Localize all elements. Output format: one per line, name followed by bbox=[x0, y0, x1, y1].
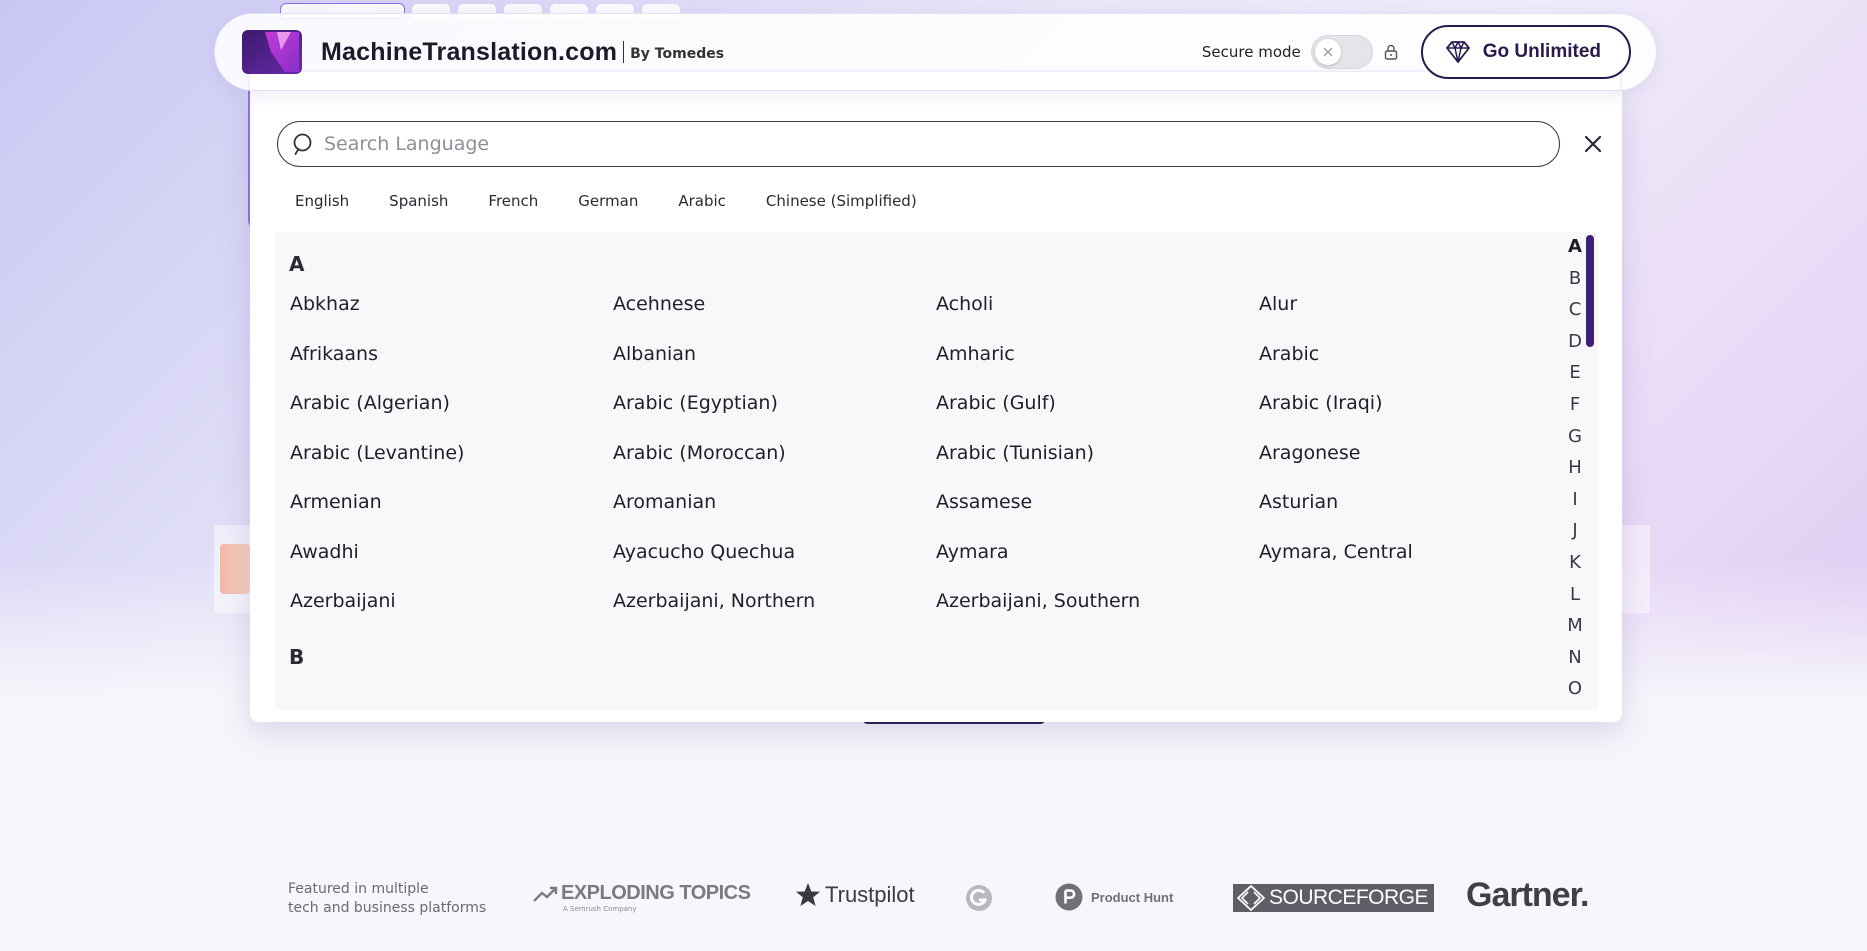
alphabet-index-letter[interactable]: J bbox=[1563, 520, 1587, 541]
alphabet-index-letter[interactable]: K bbox=[1563, 552, 1587, 573]
quick-language-item[interactable]: Spanish bbox=[371, 186, 470, 216]
product-hunt-logo[interactable]: Product Hunt bbox=[1055, 883, 1173, 911]
close-icon bbox=[1323, 47, 1333, 57]
go-unlimited-button[interactable]: Go Unlimited bbox=[1420, 25, 1631, 79]
language-option[interactable]: Aragonese bbox=[1259, 442, 1360, 464]
trustpilot-text: Trustpilot bbox=[825, 882, 915, 907]
language-search-input[interactable] bbox=[324, 133, 1524, 155]
section-header-a: A bbox=[289, 252, 305, 276]
g2-icon bbox=[966, 885, 992, 911]
section-header-b: B bbox=[289, 645, 305, 669]
alphabet-index-letter[interactable]: M bbox=[1563, 615, 1587, 636]
gartner-text: Gartner. bbox=[1466, 876, 1589, 914]
sourceforge-icon bbox=[1237, 885, 1265, 911]
go-unlimited-label: Go Unlimited bbox=[1482, 41, 1601, 62]
language-list: A B Abkhaz Acehnese Acholi Alur Afrikaans Alb… bbox=[275, 232, 1598, 710]
alphabet-index-letter[interactable]: F bbox=[1563, 394, 1587, 415]
language-search-row bbox=[277, 121, 1602, 167]
product-hunt-text: Product Hunt bbox=[1091, 889, 1174, 905]
exploding-topics-wordmark: EXPLODING TOPICS bbox=[533, 882, 751, 905]
logo-icon[interactable] bbox=[241, 28, 303, 76]
close-button[interactable] bbox=[1579, 130, 1607, 158]
trustpilot-logo[interactable]: Trustpilot bbox=[795, 882, 915, 908]
gem-icon bbox=[1445, 41, 1470, 63]
language-option[interactable]: Azerbaijani, Southern bbox=[936, 590, 1140, 612]
site-header: MachineTranslation.com By Tomedes Secure… bbox=[214, 13, 1657, 91]
alphabet-index-letter[interactable]: G bbox=[1563, 426, 1587, 447]
quick-language-item[interactable]: English bbox=[277, 186, 371, 216]
sourceforge-text: SOURCEFORGE bbox=[1269, 886, 1429, 909]
search-icon bbox=[293, 133, 312, 155]
quick-language-item[interactable]: Chinese (Simplified) bbox=[748, 186, 939, 216]
language-option[interactable]: Awadhi bbox=[290, 541, 359, 563]
language-option[interactable]: Azerbaijani, Northern bbox=[613, 590, 815, 612]
featured-line-2: tech and business platforms bbox=[288, 900, 487, 916]
featured-caption: Featured in multiple tech and business p… bbox=[288, 880, 486, 918]
alphabet-index-letter[interactable]: D bbox=[1563, 331, 1587, 352]
trend-arrow-icon bbox=[533, 886, 558, 902]
scrollbar-thumb[interactable] bbox=[1586, 235, 1594, 347]
gartner-logo[interactable]: Gartner. bbox=[1466, 876, 1589, 915]
background-row-right bbox=[1620, 525, 1650, 613]
quick-language-item[interactable]: Arabic bbox=[660, 186, 748, 216]
language-option[interactable]: Amharic bbox=[936, 343, 1015, 365]
alphabet-index-letter[interactable]: O bbox=[1563, 678, 1587, 699]
language-option[interactable]: Assamese bbox=[936, 491, 1032, 513]
lock-icon bbox=[1384, 44, 1397, 60]
close-icon bbox=[1584, 135, 1602, 153]
language-option[interactable]: Alur bbox=[1259, 293, 1297, 315]
language-picker-modal: English Spanish French German Arabic Chi… bbox=[250, 90, 1622, 722]
language-option[interactable]: Armenian bbox=[290, 491, 382, 513]
alphabet-index-letter[interactable]: L bbox=[1563, 584, 1587, 605]
quick-language-list: English Spanish French German Arabic Chi… bbox=[277, 186, 939, 216]
language-search-box[interactable] bbox=[277, 121, 1560, 167]
language-option[interactable]: Arabic (Moroccan) bbox=[613, 442, 786, 464]
language-option[interactable]: Asturian bbox=[1259, 491, 1338, 513]
brand-divider bbox=[623, 41, 625, 63]
secure-mode-toggle[interactable] bbox=[1310, 35, 1373, 69]
language-option[interactable]: Arabic (Algerian) bbox=[290, 392, 450, 414]
brand-byline: By Tomedes bbox=[630, 46, 725, 62]
alphabet-index-letter[interactable]: B bbox=[1563, 268, 1587, 289]
alphabet-index-letter[interactable]: C bbox=[1563, 299, 1587, 320]
language-option[interactable]: Arabic (Gulf) bbox=[936, 392, 1056, 414]
g2-logo[interactable] bbox=[965, 884, 993, 912]
language-option[interactable]: Aromanian bbox=[613, 491, 716, 513]
language-option[interactable]: Albanian bbox=[613, 343, 696, 365]
exploding-topics-subtext: A Semrush Company bbox=[563, 905, 637, 913]
language-option[interactable]: Afrikaans bbox=[290, 343, 378, 365]
alphabet-index-letter[interactable]: E bbox=[1563, 362, 1587, 383]
star-icon bbox=[796, 883, 820, 906]
featured-line-1: Featured in multiple bbox=[288, 881, 429, 897]
language-option[interactable]: Acehnese bbox=[613, 293, 705, 315]
language-option[interactable]: Arabic (Iraqi) bbox=[1259, 392, 1383, 414]
alphabet-index-letter[interactable]: A bbox=[1563, 236, 1587, 257]
language-option[interactable]: Acholi bbox=[936, 293, 993, 315]
background-card-edge bbox=[220, 544, 250, 594]
exploding-topics-logo[interactable]: EXPLODING TOPICS A Semrush Company bbox=[533, 882, 751, 913]
exploding-topics-text: EXPLODING TOPICS bbox=[561, 882, 751, 904]
language-option[interactable]: Aymara bbox=[936, 541, 1009, 563]
language-option[interactable]: Arabic (Levantine) bbox=[290, 442, 464, 464]
brand-name[interactable]: MachineTranslation.com bbox=[321, 38, 617, 67]
language-option[interactable]: Arabic (Tunisian) bbox=[936, 442, 1094, 464]
language-option[interactable]: Abkhaz bbox=[290, 293, 360, 315]
language-option[interactable]: Arabic bbox=[1259, 343, 1319, 365]
quick-language-item[interactable]: French bbox=[470, 186, 560, 216]
toggle-knob bbox=[1314, 39, 1341, 65]
secure-mode-label: Secure mode bbox=[1201, 43, 1301, 61]
alphabet-index-letter[interactable]: I bbox=[1563, 489, 1587, 510]
alphabet-index-letter[interactable]: H bbox=[1563, 457, 1587, 478]
language-option[interactable]: Azerbaijani bbox=[290, 590, 396, 612]
alphabet-index-letter[interactable]: N bbox=[1563, 647, 1587, 668]
quick-language-item[interactable]: German bbox=[560, 186, 660, 216]
language-option[interactable]: Arabic (Egyptian) bbox=[613, 392, 778, 414]
product-hunt-icon bbox=[1055, 883, 1083, 911]
sourceforge-logo[interactable]: SOURCEFORGE bbox=[1233, 884, 1435, 912]
language-option[interactable]: Ayacucho Quechua bbox=[613, 541, 795, 563]
language-option[interactable]: Aymara, Central bbox=[1259, 541, 1413, 563]
